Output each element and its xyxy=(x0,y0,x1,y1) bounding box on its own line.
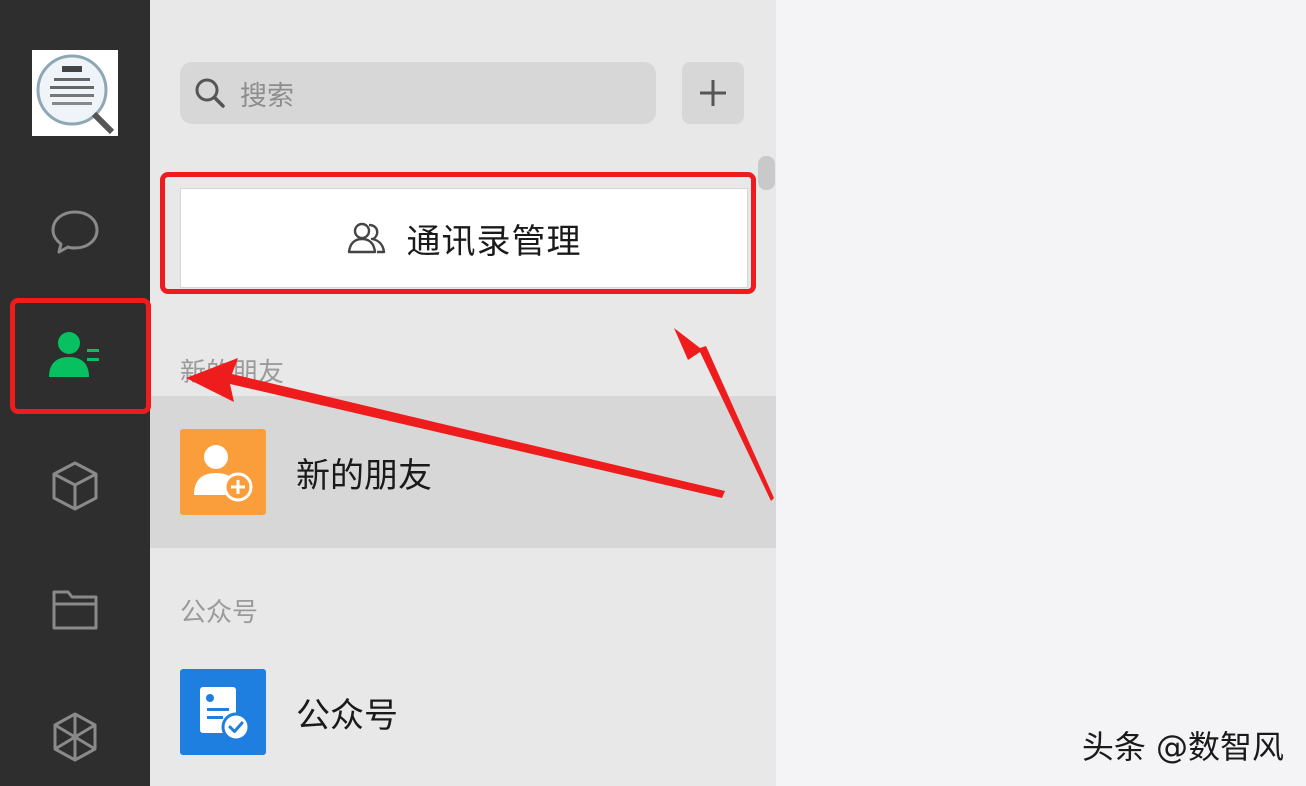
official-account-icon xyxy=(180,669,266,755)
chat-nav-item[interactable] xyxy=(40,198,110,268)
contacts-icon xyxy=(47,327,103,387)
mini-programs-nav-item[interactable] xyxy=(40,452,110,522)
list-item-label: 公众号 xyxy=(296,695,398,736)
add-button[interactable] xyxy=(682,62,744,124)
list-item-new-friends[interactable]: 新的朋友 xyxy=(150,396,776,548)
files-nav-item[interactable] xyxy=(40,576,110,646)
contacts-manager-button[interactable]: 通讯录管理 xyxy=(180,188,748,288)
moments-aperture-icon xyxy=(48,710,102,768)
search-input[interactable]: 搜索 xyxy=(180,62,656,124)
user-avatar[interactable] xyxy=(32,50,118,136)
contacts-manage-icon xyxy=(347,220,387,256)
contacts-manager-label: 通讯录管理 xyxy=(406,221,582,262)
moments-nav-item[interactable] xyxy=(40,704,110,774)
search-icon xyxy=(194,77,226,109)
plus-icon xyxy=(697,77,729,109)
search-placeholder: 搜索 xyxy=(240,80,294,112)
nav-sidebar xyxy=(0,0,150,786)
watermark: 头条 @数智风 xyxy=(1081,728,1284,766)
section-header-official-accounts: 公众号 xyxy=(180,598,259,628)
contacts-list-panel: 搜索 通讯录管理 新的朋友 新的朋友 公众号 公众号 xyxy=(150,0,776,786)
new-friend-icon xyxy=(180,429,266,515)
cube-icon xyxy=(48,458,102,516)
section-header-new-friends: 新的朋友 xyxy=(180,358,285,388)
chat-bubble-icon xyxy=(48,204,102,262)
folder-icon xyxy=(48,582,102,640)
scrollbar-thumb[interactable] xyxy=(758,156,775,190)
list-item-label: 新的朋友 xyxy=(296,455,432,496)
contacts-nav-item[interactable] xyxy=(40,322,110,392)
list-item-official-accounts[interactable]: 公众号 xyxy=(150,636,776,786)
